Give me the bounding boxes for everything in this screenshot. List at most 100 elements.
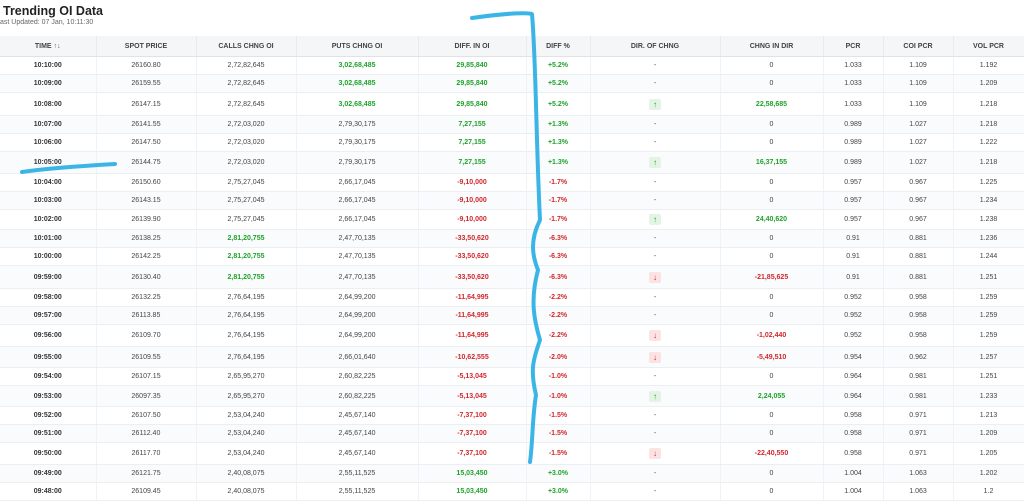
diff-in-oi-cell: -33,50,620: [418, 265, 527, 289]
dir-of-chng-cell: ↓: [590, 265, 721, 289]
col-header-vol-pcr: VOL PCR: [953, 36, 1024, 57]
spot-price-cell: 26109.55: [96, 346, 197, 368]
time-cell: 09:57:00: [0, 306, 97, 325]
pcr-cell: 0.957: [823, 173, 884, 192]
diff-in-oi-cell: -33,50,620: [418, 247, 527, 266]
table-header-row: TIME ↑↓ SPOT PRICE CALLS CHNG OI PUTS CHN…: [0, 36, 1024, 57]
time-cell: 09:55:00: [0, 346, 97, 368]
pcr-cell: 0.957: [823, 191, 884, 210]
diff-pct-cell: +3.0%: [526, 464, 591, 483]
chng-in-dir-cell: 0: [720, 247, 824, 266]
puts-chng-oi-cell: 2,55,11,525: [296, 482, 419, 501]
coi-pcr-cell: 0.981: [883, 367, 954, 386]
calls-chng-oi-cell: 2,40,08,075: [196, 482, 297, 501]
dir-of-chng-cell: ↑: [590, 209, 721, 230]
diff-pct-cell: +5.2%: [526, 56, 591, 75]
chng-in-dir-cell: 0: [720, 191, 824, 210]
spot-price-cell: 26143.15: [96, 191, 197, 210]
time-cell: 10:05:00: [0, 151, 97, 174]
time-cell: 10:08:00: [0, 92, 97, 116]
calls-chng-oi-cell: 2,72,82,645: [196, 74, 297, 93]
chng-in-dir-cell: 0: [720, 306, 824, 325]
diff-pct-cell: -2.0%: [526, 346, 591, 368]
table-row: 09:51:00 26112.40 2,53,04,240 2,45,67,140 -7…: [0, 424, 1024, 443]
vol-pcr-cell: 1.2: [953, 482, 1024, 501]
calls-chng-oi-cell: 2,76,64,195: [196, 288, 297, 307]
spot-price-cell: 26159.55: [96, 74, 197, 93]
vol-pcr-cell: 1.259: [953, 288, 1024, 307]
pcr-cell: 0.989: [823, 115, 884, 134]
spot-price-cell: 26147.50: [96, 133, 197, 152]
time-cell: 09:52:00: [0, 406, 97, 425]
calls-chng-oi-cell: 2,53,04,240: [196, 442, 297, 465]
vol-pcr-cell: 1.209: [953, 74, 1024, 93]
calls-chng-oi-cell: 2,76,64,195: [196, 346, 297, 368]
puts-chng-oi-cell: 2,60,82,225: [296, 385, 419, 407]
calls-chng-oi-cell: 2,72,03,020: [196, 151, 297, 174]
diff-in-oi-cell: 7,27,155: [418, 151, 527, 174]
puts-chng-oi-cell: 2,79,30,175: [296, 151, 419, 174]
diff-in-oi-cell: 29,85,840: [418, 74, 527, 93]
chng-in-dir-cell: 0: [720, 56, 824, 75]
coi-pcr-cell: 0.967: [883, 191, 954, 210]
chng-in-dir-cell: 0: [720, 115, 824, 134]
puts-chng-oi-cell: 2,47,70,135: [296, 229, 419, 248]
table-row: 09:49:00 26121.75 2,40,08,075 2,55,11,525 15…: [0, 464, 1024, 483]
puts-chng-oi-cell: 2,47,70,135: [296, 265, 419, 289]
calls-chng-oi-cell: 2,65,95,270: [196, 367, 297, 386]
diff-pct-cell: -1.5%: [526, 442, 591, 465]
chng-in-dir-cell: 0: [720, 288, 824, 307]
table-row: 10:04:00 26150.60 2,75,27,045 2,66,17,045 -9…: [0, 173, 1024, 192]
table-row: 10:10:00 26160.80 2,72,82,645 3,02,68,485 29…: [0, 56, 1024, 75]
table-row: 10:01:00 26138.25 2,81,20,755 2,47,70,135 -3…: [0, 229, 1024, 248]
pcr-cell: 1.004: [823, 464, 884, 483]
col-header-diff-pct: DIFF %: [526, 36, 591, 57]
calls-chng-oi-cell: 2,65,95,270: [196, 385, 297, 407]
diff-in-oi-cell: 15,03,450: [418, 464, 527, 483]
chng-in-dir-cell: 0: [720, 464, 824, 483]
arrow-up-icon: ↑: [649, 98, 661, 110]
dir-of-chng-cell: -: [590, 247, 721, 266]
chng-in-dir-cell: -22,40,550: [720, 442, 824, 465]
vol-pcr-cell: 1.257: [953, 346, 1024, 368]
chng-in-dir-cell: 0: [720, 173, 824, 192]
sort-icon[interactable]: ↑↓: [54, 43, 61, 50]
time-cell: 10:07:00: [0, 115, 97, 134]
col-header-time[interactable]: TIME ↑↓: [0, 36, 97, 57]
vol-pcr-cell: 1.209: [953, 424, 1024, 443]
dir-of-chng-cell: ↑: [590, 385, 721, 407]
spot-price-cell: 26130.40: [96, 265, 197, 289]
coi-pcr-cell: 1.027: [883, 133, 954, 152]
table-row: 10:06:00 26147.50 2,72,03,020 2,79,30,175 7,…: [0, 133, 1024, 152]
calls-chng-oi-cell: 2,53,04,240: [196, 406, 297, 425]
dir-of-chng-cell: -: [590, 464, 721, 483]
pcr-cell: 0.989: [823, 133, 884, 152]
calls-chng-oi-cell: 2,72,82,645: [196, 56, 297, 75]
page-title: Trending OI Data: [3, 4, 104, 18]
col-header-coi-pcr: COI PCR: [883, 36, 954, 57]
dir-of-chng-cell: -: [590, 424, 721, 443]
diff-in-oi-cell: -7,37,100: [418, 442, 527, 465]
diff-pct-cell: +5.2%: [526, 74, 591, 93]
table-row: 09:50:00 26117.70 2,53,04,240 2,45,67,140 -7…: [0, 442, 1024, 465]
coi-pcr-cell: 1.027: [883, 115, 954, 134]
pcr-cell: 0.952: [823, 324, 884, 347]
chng-in-dir-cell: -1,02,440: [720, 324, 824, 347]
arrow-up-icon: ↑: [649, 157, 661, 168]
vol-pcr-cell: 1.236: [953, 229, 1024, 248]
calls-chng-oi-cell: 2,75,27,045: [196, 191, 297, 210]
arrow-down-icon: ↓: [649, 330, 661, 341]
calls-chng-oi-cell: 2,53,04,240: [196, 424, 297, 443]
dir-of-chng-cell: -: [590, 173, 721, 192]
chng-in-dir-cell: 0: [720, 482, 824, 501]
puts-chng-oi-cell: 2,66,17,045: [296, 173, 419, 192]
puts-chng-oi-cell: 2,64,99,200: [296, 324, 419, 347]
time-cell: 09:53:00: [0, 385, 97, 407]
vol-pcr-cell: 1.218: [953, 115, 1024, 134]
table-row: 10:03:00 26143.15 2,75,27,045 2,66,17,045 -9…: [0, 191, 1024, 210]
diff-in-oi-cell: -10,62,555: [418, 346, 527, 368]
time-cell: 10:09:00: [0, 74, 97, 93]
pcr-cell: 0.91: [823, 265, 884, 289]
time-cell: 10:01:00: [0, 229, 97, 248]
chng-in-dir-cell: 2,24,055: [720, 385, 824, 407]
